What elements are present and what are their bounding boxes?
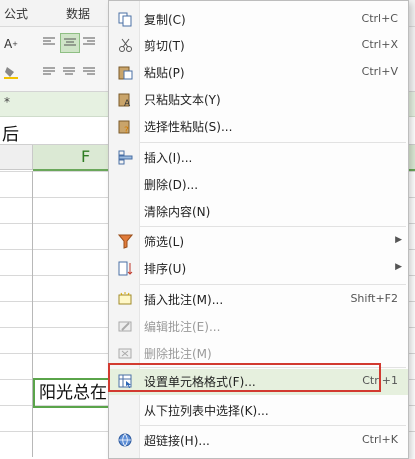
menu-item-label: 粘贴(P)	[144, 66, 185, 80]
sort-icon	[118, 261, 133, 276]
paste-icon	[118, 66, 133, 80]
menu-item-label: 从下拉列表中选择(K)...	[144, 404, 269, 418]
menu-item-label: 超链接(H)...	[144, 434, 210, 448]
menu-tab-data[interactable]: 数据	[66, 5, 90, 22]
menu-item-shortcut: Ctrl+X	[361, 38, 398, 51]
submenu-arrow-icon: ▶	[395, 235, 402, 245]
menu-item-sort[interactable]: 排序(U) ▶	[109, 256, 408, 282]
align-center-button[interactable]	[60, 33, 80, 53]
align-middle-button[interactable]	[60, 63, 78, 81]
menu-item-label: 选择性粘贴(S)...	[144, 120, 233, 134]
menu-item-shortcut: Shift+F2	[350, 292, 398, 305]
delete-comment-icon	[118, 348, 132, 359]
paste-text-icon: A	[118, 93, 131, 107]
submenu-arrow-icon: ▶	[395, 262, 402, 272]
formula-bar-marker: *	[4, 95, 10, 109]
menu-item-label: 删除批注(M)	[144, 347, 212, 361]
svg-text:?: ?	[124, 126, 129, 134]
red-highlight-annotation	[108, 363, 381, 392]
edit-comment-icon	[118, 321, 132, 332]
filter-icon	[118, 234, 133, 249]
menu-item-paste[interactable]: 粘贴(P) Ctrl+V	[109, 60, 408, 86]
insert-icon	[118, 150, 133, 165]
menu-item-copy[interactable]: 复制(C) Ctrl+C	[109, 7, 408, 33]
svg-text:A: A	[124, 99, 131, 107]
align-right-button[interactable]	[80, 33, 98, 51]
copy-icon	[118, 12, 132, 27]
insert-comment-icon	[118, 292, 132, 305]
menu-item-label: 筛选(L)	[144, 235, 185, 249]
align-left-button[interactable]	[40, 33, 58, 51]
menu-item-shortcut: Ctrl+V	[361, 65, 398, 78]
menu-item-delete[interactable]: 删除(D)...	[109, 172, 408, 198]
menu-item-label: 只粘贴文本(Y)	[144, 93, 221, 107]
cell-preview-text: 后	[2, 125, 19, 145]
menu-item-label: 排序(U)	[144, 262, 187, 276]
font-grow-button[interactable]: A +	[2, 35, 20, 53]
cut-icon	[119, 38, 132, 52]
hyperlink-icon	[118, 433, 132, 447]
menu-item-label: 编辑批注(E)...	[144, 320, 221, 334]
menu-item-insert[interactable]: 插入(I)...	[109, 145, 408, 171]
align-bottom-button[interactable]	[80, 63, 98, 81]
menu-item-label: 剪切(T)	[144, 39, 185, 53]
menu-item-label: 插入(I)...	[144, 151, 193, 165]
menu-item-label: 插入批注(M)...	[144, 293, 224, 307]
menu-item-clear-contents[interactable]: 清除内容(N)	[109, 199, 408, 225]
column-header-e[interactable]	[0, 145, 33, 170]
menu-item-pick-from-list[interactable]: 从下拉列表中选择(K)...	[109, 398, 408, 424]
menu-item-cut[interactable]: 剪切(T) Ctrl+X	[109, 33, 408, 59]
menu-item-insert-comment[interactable]: 插入批注(M)... Shift+F2	[109, 287, 408, 313]
menu-item-paste-special[interactable]: ? 选择性粘贴(S)...	[109, 114, 408, 140]
menu-item-paste-text-only[interactable]: A 只粘贴文本(Y)	[109, 87, 408, 113]
menu-item-hyperlink[interactable]: 超链接(H)... Ctrl+K	[109, 428, 408, 454]
menu-item-shortcut: Ctrl+C	[361, 12, 398, 25]
menu-tab-formula[interactable]: 公式	[4, 5, 28, 22]
menu-item-label: 清除内容(N)	[144, 205, 211, 219]
menu-item-edit-comment[interactable]: 编辑批注(E)...	[109, 314, 408, 340]
menu-item-label: 复制(C)	[144, 13, 186, 27]
menu-item-filter[interactable]: 筛选(L) ▶	[109, 229, 408, 255]
align-top-button[interactable]	[40, 63, 58, 81]
paste-special-icon: ?	[118, 120, 130, 134]
menu-item-shortcut: Ctrl+K	[361, 433, 398, 446]
menu-item-label: 删除(D)...	[144, 178, 199, 192]
fill-color-button[interactable]	[2, 63, 20, 81]
